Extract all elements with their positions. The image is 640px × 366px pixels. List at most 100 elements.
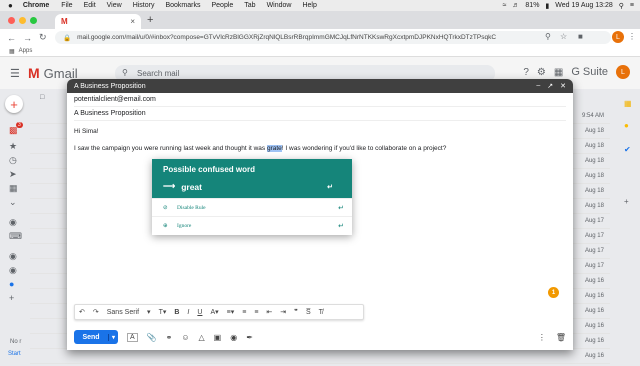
menu-app-name[interactable]: Chrome [23, 2, 49, 9]
wifi-icon[interactable]: ≈ [503, 2, 507, 9]
menu-history[interactable]: History [133, 2, 155, 9]
signature-icon[interactable]: ✒ [246, 333, 253, 342]
bold-icon[interactable]: B [174, 309, 179, 316]
close-window-icon[interactable] [8, 17, 15, 24]
tasks-icon[interactable]: ✔ [624, 145, 631, 154]
battery-icon[interactable]: ▮ [545, 2, 549, 10]
key-icon[interactable]: ⚲ [545, 32, 551, 41]
gmail-account-avatar[interactable]: L [616, 65, 630, 79]
menu-window[interactable]: Window [267, 2, 292, 9]
link-icon[interactable]: ⚭ [166, 333, 173, 342]
minimize-icon[interactable]: – [536, 82, 540, 90]
suggestion-replace-button[interactable]: ⟶ great ↵ [163, 181, 341, 192]
forward-icon[interactable]: → [23, 33, 32, 43]
settings-gear-icon[interactable]: ⚙ [537, 67, 546, 78]
more-options-icon[interactable]: ⋮ [538, 333, 546, 342]
battery-percent[interactable]: 81% [525, 2, 539, 9]
table-row[interactable]: Aug 16 [30, 349, 610, 364]
calendar-icon[interactable]: ▦ [624, 99, 632, 108]
subject-field[interactable]: A Business Proposition [74, 107, 566, 121]
align-icon[interactable]: ≡▾ [227, 308, 235, 316]
trash-icon[interactable]: 🗑 [556, 333, 566, 342]
italic-icon[interactable]: I [187, 309, 189, 316]
browser-tab-gmail[interactable]: M × [55, 14, 141, 29]
meet-video-icon[interactable]: ◉ [9, 217, 17, 228]
emoji-icon[interactable]: ☺ [181, 333, 189, 342]
start-chat-link[interactable]: Start [8, 351, 21, 357]
new-tab-button[interactable]: + [147, 14, 153, 26]
clock[interactable]: Wed 19 Aug 13:28 [555, 2, 612, 9]
font-family-dropdown-icon[interactable]: ▾ [147, 308, 151, 316]
send-button[interactable]: Send ▾ [74, 330, 118, 344]
menu-bookmarks[interactable]: Bookmarks [165, 2, 200, 9]
hangouts-icon[interactable]: ◉ [9, 265, 17, 276]
apple-icon[interactable]: ● [8, 1, 13, 10]
schedule-send-dropdown-icon[interactable]: ▾ [108, 333, 118, 341]
snoozed-icon[interactable]: ◷ [9, 155, 17, 166]
lock-icon[interactable]: 🔒 [63, 34, 71, 42]
meet-keyboard-icon[interactable]: ⌨ [9, 231, 22, 242]
font-size-icon[interactable]: T▾ [159, 308, 167, 316]
close-icon[interactable]: ✕ [560, 82, 566, 90]
chrome-menu-icon[interactable]: ⋮ [628, 32, 636, 41]
underline-icon[interactable]: U [197, 309, 202, 316]
search-icon[interactable]: ⚲ [122, 68, 128, 77]
apps-icon[interactable]: ▦ [9, 48, 15, 55]
hangouts-icon[interactable]: ◉ [9, 251, 17, 262]
bulleted-list-icon[interactable]: ≡ [254, 309, 258, 316]
hangouts-user-icon[interactable]: ● [9, 279, 14, 289]
grammar-issue-count-badge[interactable]: 1 [548, 287, 559, 298]
menu-help[interactable]: Help [302, 2, 316, 9]
apps-bookmark[interactable]: Apps [19, 48, 33, 54]
menu-file[interactable]: File [61, 2, 72, 9]
add-addon-icon[interactable]: + [624, 197, 629, 206]
select-all-checkbox[interactable]: □ [40, 94, 44, 101]
ignore-button[interactable]: ⊕ Ignore ↵ [152, 216, 352, 234]
more-icon[interactable]: ⌄ [9, 197, 17, 208]
url-field[interactable]: 🔒 mail.google.com/mail/u/0/#inbox?compos… [55, 31, 611, 44]
compose-plus-button[interactable]: + [5, 95, 23, 113]
numbered-list-icon[interactable]: ≡ [242, 309, 246, 316]
add-person-icon[interactable]: + [9, 293, 14, 303]
sent-icon[interactable]: ➤ [9, 169, 17, 180]
menu-edit[interactable]: Edit [84, 2, 96, 9]
chrome-profile-avatar[interactable]: L [612, 31, 624, 43]
menu-tab[interactable]: Tab [244, 2, 255, 9]
tab-close-icon[interactable]: × [130, 17, 135, 26]
photo-icon[interactable]: ▣ [214, 333, 222, 342]
extension-icon[interactable]: ■ [578, 32, 583, 41]
back-icon[interactable]: ← [7, 33, 16, 43]
remove-formatting-icon[interactable]: T̸ [319, 309, 323, 316]
formatting-options-icon[interactable]: A [127, 332, 138, 342]
attach-icon[interactable]: 📎 [147, 333, 157, 342]
minimize-window-icon[interactable] [19, 17, 26, 24]
quote-icon[interactable]: ❞ [294, 308, 298, 316]
redo-icon[interactable]: ↷ [93, 308, 99, 316]
indent-less-icon[interactable]: ⇤ [266, 308, 272, 316]
highlighted-confused-word[interactable]: grate [266, 145, 282, 152]
main-menu-icon[interactable]: ☰ [10, 67, 20, 80]
keep-icon[interactable]: ● [624, 121, 629, 130]
indent-more-icon[interactable]: ⇥ [280, 308, 286, 316]
font-family-select[interactable]: Sans Serif [107, 309, 139, 316]
strikethrough-icon[interactable]: S̅ [306, 309, 311, 316]
menu-people[interactable]: People [211, 2, 233, 9]
menu-view[interactable]: View [107, 2, 122, 9]
search-icon[interactable]: ⚲ [619, 2, 624, 10]
apps-grid-icon[interactable]: ▦ [554, 67, 563, 78]
menu-list-icon[interactable]: ≡ [630, 2, 634, 9]
zoom-window-icon[interactable] [30, 17, 37, 24]
confidential-mode-icon[interactable]: ◉ [230, 333, 237, 342]
help-icon[interactable]: ? [523, 67, 529, 78]
text-color-icon[interactable]: A▾ [210, 308, 218, 316]
to-field[interactable]: potentialclient@email.com [74, 93, 566, 107]
compose-header[interactable]: A Business Proposition – ↗ ✕ [67, 79, 573, 93]
drafts-icon[interactable]: ▦ [9, 183, 18, 194]
disable-rule-button[interactable]: ⊘ Disable Rule ↵ [152, 198, 352, 216]
fullscreen-icon[interactable]: ↗ [547, 82, 553, 90]
starred-icon[interactable]: ★ [9, 141, 17, 152]
reload-icon[interactable]: ↻ [39, 32, 47, 43]
volume-icon[interactable]: ♬ [512, 2, 519, 9]
drive-icon[interactable]: △ [199, 333, 205, 342]
star-icon[interactable]: ☆ [560, 32, 567, 41]
